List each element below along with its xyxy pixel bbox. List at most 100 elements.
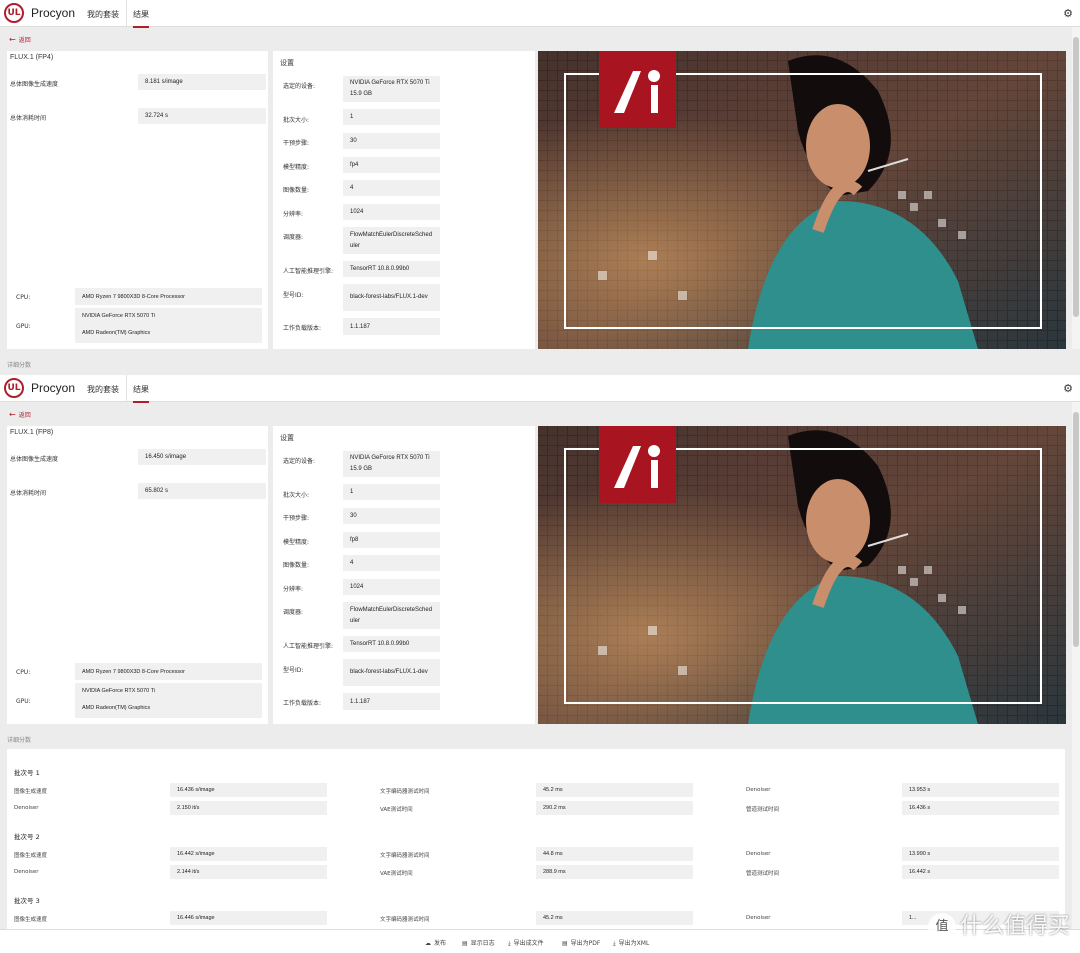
publish-button[interactable]: ☁ 发布 bbox=[425, 938, 446, 947]
setting-label: 分辨率: bbox=[283, 586, 304, 593]
test-name: FLUX.1 (FP4) bbox=[10, 54, 54, 61]
export-file-icon: ⤓ bbox=[508, 940, 511, 947]
setting-label: 人工智能推理引擎: bbox=[283, 643, 334, 650]
setting-value: NVIDIA GeForce RTX 5070 Ti 15.9 GB bbox=[343, 451, 440, 477]
gpu-primary: NVIDIA GeForce RTX 5070 Ti bbox=[82, 313, 155, 319]
workload-hero-image bbox=[538, 51, 1066, 349]
summary-panel: FLUX.1 (FP8) 总体图像生成速度 16.450 s/image 总体消… bbox=[7, 426, 268, 724]
time-label: 总体消耗时间 bbox=[10, 490, 47, 497]
metric-value: 2.150 it/s bbox=[170, 801, 327, 815]
export-pdf-button[interactable]: ▤ 导出为PDF bbox=[562, 938, 600, 947]
speed-label: 总体图像生成速度 bbox=[10, 81, 59, 88]
metric-label: VAE测试时间 bbox=[380, 871, 413, 877]
metric-value: 290.2 ms bbox=[536, 801, 693, 815]
site-watermark: 值什么值得买 bbox=[927, 908, 1070, 941]
detail-scores-label: 详细分数 bbox=[7, 362, 32, 369]
workload-hero-image bbox=[538, 426, 1066, 724]
setting-value: fp4 bbox=[343, 157, 440, 173]
time-label: 总体消耗时间 bbox=[10, 115, 47, 122]
setting-value: 1.1.187 bbox=[343, 318, 440, 335]
detail-scores-label: 详细分数 bbox=[7, 737, 32, 744]
metric-label: 文字编码器测试时间 bbox=[380, 917, 430, 923]
metric-label: Denoiser bbox=[746, 787, 771, 793]
setting-label: 工作负载版本: bbox=[283, 325, 322, 332]
metric-label: 图像生成速度 bbox=[14, 853, 48, 859]
nav-results[interactable]: 结果 bbox=[133, 9, 149, 28]
batch-title: 批次号 2 bbox=[14, 833, 40, 841]
setting-value: 4 bbox=[343, 555, 440, 571]
setting-value: 4 bbox=[343, 180, 440, 196]
gpu-label: GPU: bbox=[16, 323, 31, 330]
metric-value: 16.436 s bbox=[902, 801, 1059, 815]
metric-value: 45.2 ms bbox=[536, 783, 693, 797]
metric-label: 文字编码器测试时间 bbox=[380, 789, 430, 795]
setting-label: 选定的设备: bbox=[283, 458, 316, 465]
setting-label: 批次大小: bbox=[283, 492, 310, 499]
gpu-primary: NVIDIA GeForce RTX 5070 Ti bbox=[82, 688, 155, 694]
setting-label: 批次大小: bbox=[283, 117, 310, 124]
setting-value: fp8 bbox=[343, 532, 440, 548]
batch-title: 批次号 1 bbox=[14, 769, 40, 777]
gpu-values: NVIDIA GeForce RTX 5070 Ti AMD Radeon(TM… bbox=[75, 683, 262, 718]
setting-label: 调度器: bbox=[283, 234, 304, 241]
show-log-button[interactable]: ▤ 显示日志 bbox=[462, 938, 495, 947]
scrollbar[interactable] bbox=[1072, 402, 1080, 929]
show-log-label: 显示日志 bbox=[470, 940, 495, 947]
metric-label: VAE测试时间 bbox=[380, 807, 413, 813]
gear-icon[interactable]: ⚙ bbox=[1063, 382, 1073, 395]
test-name: FLUX.1 (FP8) bbox=[10, 429, 54, 436]
speed-label: 总体图像生成速度 bbox=[10, 456, 59, 463]
back-link[interactable]: ← 返回 bbox=[9, 35, 31, 44]
scrollbar-thumb[interactable] bbox=[1073, 412, 1079, 647]
metric-value: 45.2 ms bbox=[536, 911, 693, 925]
speed-value: 8.181 s/image bbox=[138, 74, 266, 90]
arrow-left-icon: ← bbox=[9, 35, 16, 44]
cpu-value: AMD Ryzen 7 9800X3D 8-Core Processor bbox=[75, 288, 262, 305]
export-xml-button[interactable]: ⤓ 导出为XML bbox=[613, 938, 649, 948]
setting-label: 型号ID: bbox=[283, 667, 304, 674]
cpu-label: CPU: bbox=[16, 294, 31, 301]
cpu-value: AMD Ryzen 7 9800X3D 8-Core Processor bbox=[75, 663, 262, 680]
metric-label: Denoiser bbox=[14, 869, 39, 875]
setting-label: 选定的设备: bbox=[283, 83, 316, 90]
setting-label: 分辨率: bbox=[283, 211, 304, 218]
setting-value: TensorRT 10.8.0.99b0 bbox=[343, 636, 440, 652]
metric-label: Denoiser bbox=[746, 915, 771, 921]
settings-title: 设置 bbox=[280, 435, 294, 442]
export-file-button[interactable]: ⤓ 导出成文件 bbox=[508, 938, 544, 948]
app-bar: UL Procyon 我的套装 结果 ⚙ bbox=[0, 0, 1080, 28]
scrollbar[interactable] bbox=[1072, 27, 1080, 349]
setting-value: FlowMatchEulerDiscreteScheduler bbox=[343, 227, 440, 254]
metric-value: 44.8 ms bbox=[536, 847, 693, 861]
metric-value: 16.442 s bbox=[902, 865, 1059, 879]
settings-title: 设置 bbox=[280, 60, 294, 67]
setting-value: 1.1.187 bbox=[343, 693, 440, 710]
cpu-label: CPU: bbox=[16, 669, 31, 676]
publish-label: 发布 bbox=[434, 940, 447, 947]
nav-my-suites[interactable]: 我的套装 bbox=[87, 9, 119, 20]
setting-value: FlowMatchEulerDiscreteScheduler bbox=[343, 602, 440, 629]
time-value: 32.724 s bbox=[138, 108, 266, 124]
setting-label: 型号ID: bbox=[283, 292, 304, 299]
batch-title: 批次号 3 bbox=[14, 897, 40, 905]
back-link[interactable]: ← 返回 bbox=[9, 410, 31, 419]
setting-value: TensorRT 10.8.0.99b0 bbox=[343, 261, 440, 277]
setting-value: 1024 bbox=[343, 204, 440, 220]
scrollbar-thumb[interactable] bbox=[1073, 37, 1079, 317]
metric-value: 16.436 s/image bbox=[170, 783, 327, 797]
summary-panel: FLUX.1 (FP4) 总体图像生成速度 8.181 s/image 总体消耗… bbox=[7, 51, 268, 349]
metric-value: 13.953 s bbox=[902, 783, 1059, 797]
nav-my-suites[interactable]: 我的套装 bbox=[87, 384, 119, 395]
metric-label: 图像生成速度 bbox=[14, 917, 48, 923]
setting-label: 调度器: bbox=[283, 609, 304, 616]
time-value: 65.802 s bbox=[138, 483, 266, 499]
settings-panel: 设置 选定的设备: NVIDIA GeForce RTX 5070 Ti 15.… bbox=[273, 51, 535, 349]
export-xml-icon: ⤓ bbox=[613, 940, 616, 947]
metric-label: Denoiser bbox=[746, 851, 771, 857]
gear-icon[interactable]: ⚙ bbox=[1063, 7, 1073, 20]
setting-label: 模型精度: bbox=[283, 539, 310, 546]
setting-value: 30 bbox=[343, 133, 440, 149]
ul-logo: UL bbox=[4, 3, 24, 23]
metric-label: 管道测试时间 bbox=[746, 871, 780, 877]
nav-results[interactable]: 结果 bbox=[133, 384, 149, 403]
